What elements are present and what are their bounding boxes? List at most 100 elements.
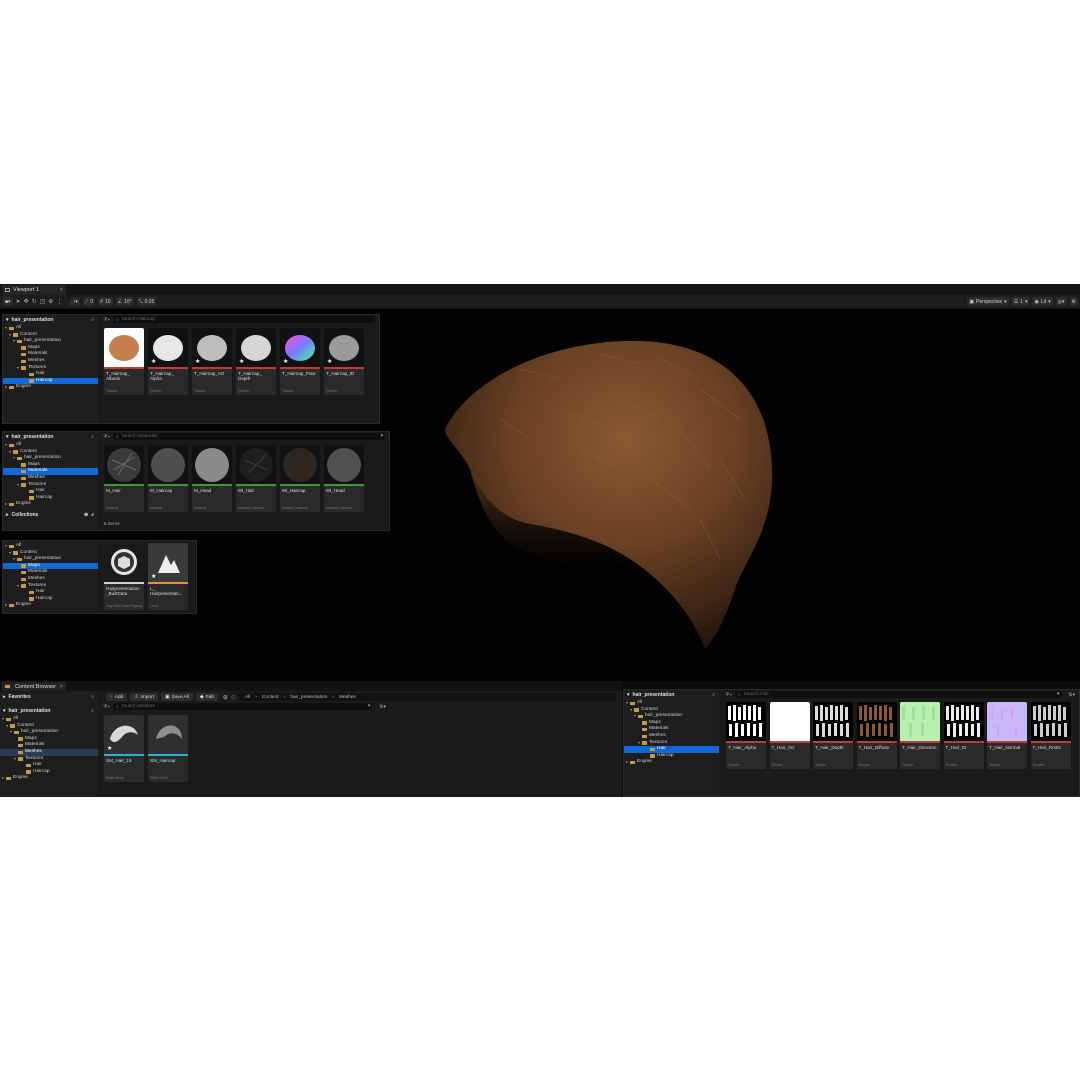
- tree-node-meshes[interactable]: Meshes: [0, 748, 98, 756]
- tree-node-maps[interactable]: Maps: [3, 345, 98, 352]
- tree-node-hair[interactable]: Hair: [3, 589, 98, 596]
- collections-header[interactable]: ▸ Collections ⊕ ⌕: [3, 510, 98, 520]
- add-button[interactable]: + Add: [106, 693, 128, 701]
- lit-button[interactable]: ◉ Lit ▾: [1032, 297, 1053, 306]
- asset-tile[interactable]: T_Hair_Diffuse Texture: [856, 702, 897, 769]
- asset-tile[interactable]: T_Hair_Alpha Texture: [726, 702, 766, 769]
- tree-header[interactable]: ▾ hair_presentation ⌕: [0, 706, 98, 716]
- tree-node-textures[interactable]: ▾ Textures: [3, 482, 98, 489]
- asset-tile[interactable]: MI_Head Material Instance: [324, 445, 364, 512]
- chevron-down-icon[interactable]: ▾: [381, 434, 383, 439]
- asset-tile[interactable]: MI_Haircap Material Instance: [280, 445, 320, 512]
- tree-node-maps[interactable]: Maps: [0, 736, 98, 743]
- asset-tile[interactable]: T_Hair_ID Texture: [943, 702, 984, 769]
- tree-node-textures[interactable]: ▾ Textures: [0, 756, 98, 763]
- asset-tile[interactable]: ★ T_Haircap_Flow Texture: [280, 328, 320, 395]
- tree-node-textures[interactable]: ▾ Textures: [3, 583, 98, 590]
- save-all-button[interactable]: ▣ Save All: [161, 693, 193, 701]
- asset-tile[interactable]: ★ T_Haircap_ID Texture: [324, 328, 364, 395]
- breadcrumb-content[interactable]: Content: [262, 695, 279, 700]
- history-forward-icon[interactable]: ⊙: [231, 694, 236, 701]
- search-input[interactable]: ⌕ Search Hair ▾: [734, 691, 1062, 698]
- settings-button[interactable]: ⚙: [1069, 297, 1078, 306]
- asset-tile[interactable]: ★ T_Haircap_AO Texture: [192, 328, 232, 395]
- asset-tile[interactable]: MI_Hair Material Instance: [236, 445, 276, 512]
- search-icon[interactable]: ⌕: [91, 694, 94, 700]
- search-icon[interactable]: ⌕: [91, 317, 94, 323]
- asset-tile[interactable]: ★ L_ Hairpresentati... Level: [148, 543, 188, 610]
- asset-tile[interactable]: T_Hair_Normal Texture: [987, 702, 1027, 769]
- rotation-snap-button[interactable]: ∠ 10°: [115, 297, 134, 306]
- chevron-down-icon[interactable]: ▾: [368, 704, 370, 709]
- tree-node-engine[interactable]: ▸ Engine: [624, 759, 719, 766]
- grid-snap-button[interactable]: #10: [98, 297, 113, 306]
- search-icon[interactable]: ⌕: [91, 434, 94, 440]
- asset-tile[interactable]: ★ T_Haircap_ Alpha Texture: [148, 328, 188, 395]
- close-icon[interactable]: ×: [60, 684, 63, 690]
- search-icon[interactable]: ⌕: [712, 692, 715, 698]
- snap-surface-button[interactable]: ⟋ 0: [82, 297, 96, 306]
- tree-node-hair[interactable]: Hair: [3, 488, 98, 495]
- filter-icon[interactable]: ⧩▾: [725, 692, 732, 698]
- tree-node-textures[interactable]: ▾ Textures: [624, 740, 719, 747]
- realtime-button[interactable]: ◔▾: [70, 297, 80, 306]
- breadcrumb-meshes[interactable]: Meshes: [339, 695, 356, 700]
- settings-icon[interactable]: ⇅▾: [1068, 692, 1075, 698]
- tree-node-materials[interactable]: Materials: [3, 569, 98, 576]
- layout-button[interactable]: ☰ 1 ▾: [1011, 297, 1030, 306]
- tree-node-engine[interactable]: ▸ Engine: [0, 775, 98, 782]
- tree-node-meshes[interactable]: Meshes: [3, 475, 98, 482]
- more-icon[interactable]: ⋮: [56, 298, 62, 305]
- tree-node-hair[interactable]: Hair: [3, 371, 98, 378]
- filter-icon[interactable]: ⧩▾: [103, 704, 110, 710]
- tree-node-hair-presentation[interactable]: ▾ hair_presentation: [0, 729, 98, 736]
- tree-node-maps[interactable]: Maps: [624, 720, 719, 727]
- tree-header[interactable]: ▾ hair_presentation ⌕: [624, 690, 719, 700]
- tree-node-all[interactable]: ▾ All: [3, 543, 98, 550]
- perspective-button[interactable]: ▣ Perspective ▾: [967, 297, 1009, 306]
- tree-node-textures[interactable]: ▾ Textures: [3, 365, 98, 372]
- filter-icon[interactable]: ⧩▾: [103, 434, 110, 440]
- asset-tile[interactable]: Hairpresentation _BuiltData Map Build Dat…: [104, 543, 144, 610]
- tab-content-browser[interactable]: Content Browser ×: [2, 682, 66, 691]
- asset-tile[interactable]: ★ T_Haircap_ Depth Texture: [236, 328, 276, 395]
- tree-node-all[interactable]: ▾ All: [0, 716, 98, 723]
- breadcrumb-all[interactable]: All: [245, 695, 250, 700]
- tree-node-meshes[interactable]: Meshes: [3, 358, 98, 365]
- tree-node-engine[interactable]: ▸ Engine: [3, 501, 98, 508]
- chevron-down-icon[interactable]: ▾: [1057, 692, 1059, 697]
- asset-tile[interactable]: M_Hair Material: [104, 445, 144, 512]
- filter-icon[interactable]: ⧩▾: [103, 317, 110, 323]
- asset-tile[interactable]: T_Hair_Roots Texture: [1030, 702, 1071, 769]
- asset-tile[interactable]: SM_Haircap Static Mesh: [148, 715, 188, 782]
- tree-node-all[interactable]: ▾ All: [624, 700, 719, 707]
- scale-snap-button[interactable]: ⤡ 0.25: [136, 297, 157, 306]
- tab-viewport[interactable]: Viewport 1 ×: [2, 285, 66, 295]
- tree-node-hair[interactable]: Hair: [624, 746, 719, 753]
- tree-node-materials[interactable]: Materials: [624, 726, 719, 733]
- tree-node-all[interactable]: ▾ All: [3, 442, 98, 449]
- search-icon[interactable]: ⌕: [91, 708, 94, 714]
- tree-header[interactable]: ▾ hair_presentation ⌕: [3, 432, 98, 442]
- tree-node-meshes[interactable]: Meshes: [624, 733, 719, 740]
- breadcrumb-hair-presentation[interactable]: hair_presentation: [290, 695, 327, 700]
- search-icon[interactable]: ⌕: [91, 512, 94, 518]
- history-back-icon[interactable]: ⊕: [223, 694, 228, 701]
- tree-node-engine[interactable]: ▸ Engine: [3, 602, 98, 609]
- tree-node-materials[interactable]: Materials: [3, 351, 98, 358]
- rotate-tool-icon[interactable]: ↻: [32, 298, 37, 305]
- close-icon[interactable]: ×: [60, 287, 63, 293]
- favorites-header[interactable]: ▸ Favorites ⌕: [0, 692, 98, 702]
- tree-node-hair-presentation[interactable]: ▾ hair_presentation: [3, 338, 98, 345]
- tree-node-hair-presentation[interactable]: ▾ hair_presentation: [624, 713, 719, 720]
- tree-node-hair-presentation[interactable]: ▾ hair_presentation: [3, 556, 98, 563]
- translate-tool-icon[interactable]: ✥: [24, 298, 29, 305]
- tree-node-materials[interactable]: Materials: [0, 742, 98, 749]
- tree-node-maps[interactable]: Maps: [3, 462, 98, 469]
- asset-tile[interactable]: M_Head Material: [192, 445, 232, 512]
- asset-tile[interactable]: ★ SM_Hair_19 Static Mesh: [104, 715, 144, 782]
- search-input[interactable]: ⌕ Search Materials ▾: [112, 433, 385, 440]
- asset-tile[interactable]: T_Hair_Direction Texture: [900, 702, 940, 769]
- tree-node-meshes[interactable]: Meshes: [3, 576, 98, 583]
- tree-node-materials[interactable]: Materials: [3, 468, 98, 475]
